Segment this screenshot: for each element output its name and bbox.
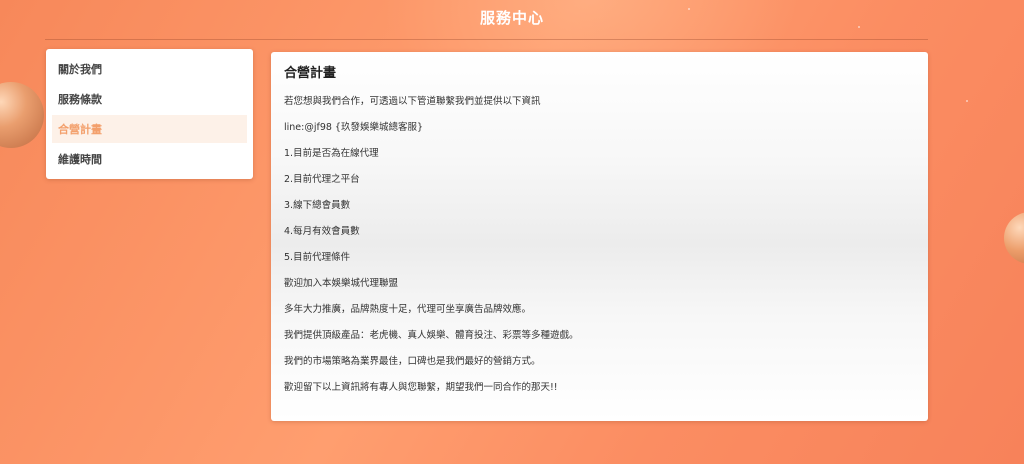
page-title: 服務中心 — [479, 9, 544, 27]
contact-line-id: line:@jf98 {玖發娛樂城總客服} — [284, 122, 424, 133]
content-paragraph: 多年大力推廣，品牌熱度十足，代理可坐享廣告品牌效應。 — [284, 304, 532, 315]
content-paragraph: 5.目前代理條件 — [284, 252, 351, 263]
header-divider — [45, 39, 928, 40]
content-paragraph: 1.目前是否為在線代理 — [284, 148, 379, 159]
content-paragraph: 我們的市場策略為業界最佳，口碑也是我們最好的營銷方式。 — [284, 356, 541, 367]
sidebar-item-partnership[interactable]: 合營計畫 — [52, 115, 247, 143]
content-paragraph: 若您想與我們合作，可透過以下管道聯繫我們並提供以下資訊 — [284, 96, 541, 107]
sidebar-menu: 關於我們 服務條款 合營計畫 維護時間 — [46, 49, 253, 179]
sidebar-item-about-us[interactable]: 關於我們 — [52, 55, 247, 83]
content-paragraph: 歡迎留下以上資訊將有專人與您聯繫，期望我們一同合作的那天!! — [284, 382, 558, 393]
content-paragraph: 2.目前代理之平台 — [284, 174, 360, 185]
decorative-ball-right — [1004, 212, 1024, 264]
content-title: 合營計畫 — [284, 66, 337, 81]
content-paragraph: 4.每月有效會員數 — [284, 226, 360, 237]
decorative-ball-left — [0, 82, 44, 148]
sidebar-item-terms[interactable]: 服務條款 — [52, 85, 247, 113]
sparkle-dot — [966, 100, 968, 102]
content-paragraph: 我們提供頂級產品：老虎機、真人娛樂、體育投注、彩票等多種遊戲。 — [284, 330, 579, 341]
sidebar-item-maintenance[interactable]: 維護時間 — [52, 145, 247, 173]
content-paragraph: 3.線下總會員數 — [284, 200, 351, 211]
content-paragraph: 歡迎加入本娛樂城代理聯盟 — [284, 278, 399, 289]
content-panel: 合營計畫 若您想與我們合作，可透過以下管道聯繫我們並提供以下資訊 line:@j… — [271, 52, 928, 421]
